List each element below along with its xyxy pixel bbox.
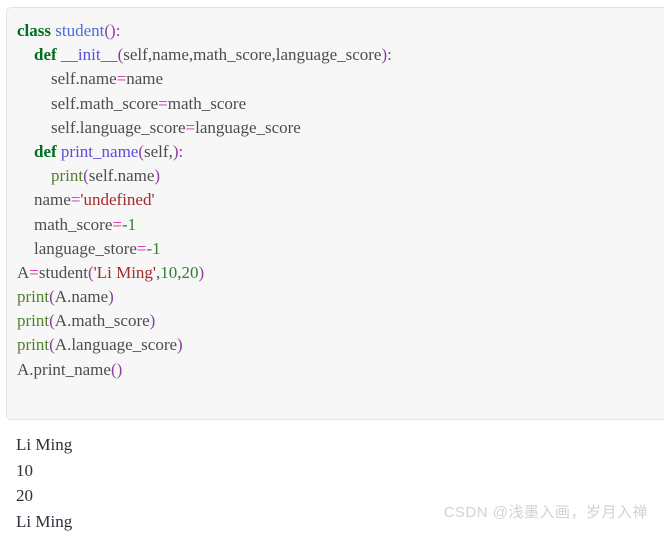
- code-line: name='undefined': [17, 188, 664, 212]
- code-token: __init__: [60, 45, 118, 65]
- code-line: def print_name(self,):: [17, 140, 664, 164]
- code-line: print(A.name): [17, 285, 664, 309]
- code-token: 'Li Ming': [93, 262, 156, 282]
- code-token: def: [34, 141, 57, 161]
- code-token: student: [38, 262, 88, 282]
- code-line: def __init__(self,name,math_score,langua…: [17, 43, 664, 67]
- code-token: ): [177, 335, 183, 355]
- code-token: name: [152, 45, 189, 65]
- csdn-watermark: CSDN @浅墨入画，岁月入禅: [443, 504, 648, 521]
- code-line: self.name=name: [17, 67, 664, 91]
- code-token: name: [117, 166, 155, 186]
- code-token: print: [17, 335, 50, 355]
- code-token: name: [79, 69, 117, 89]
- code-token: -1: [121, 214, 137, 234]
- code-token: =: [158, 93, 168, 113]
- code-line: self.math_score=math_score: [17, 92, 664, 116]
- code-line: language_store=-1: [17, 237, 664, 261]
- code-token: ): [149, 311, 156, 331]
- code-token: math_score: [71, 311, 150, 331]
- code-token: 10: [160, 262, 178, 282]
- code-token: self: [51, 117, 76, 137]
- code-token: self: [144, 141, 169, 161]
- code-token: print_name: [60, 141, 139, 161]
- code-token: =: [136, 238, 147, 258]
- code-token: A: [54, 311, 68, 331]
- code-lines: class student(): def __init__(self,name,…: [17, 19, 664, 382]
- code-token: self: [88, 166, 114, 186]
- code-token: language_score: [71, 335, 178, 355]
- code-token: ): [154, 166, 161, 186]
- code-token: 'undefined': [80, 190, 155, 210]
- code-token: print: [17, 287, 50, 307]
- code-token: =: [70, 190, 81, 210]
- code-block: class student(): def __init__(self,name,…: [6, 7, 664, 420]
- code-token: A: [17, 262, 30, 282]
- code-line: A=student('Li Ming',10,20): [17, 261, 664, 285]
- code-token: math_score: [79, 93, 159, 113]
- code-token: (): [110, 359, 123, 379]
- code-token: ): [108, 287, 114, 307]
- code-token: A: [54, 335, 68, 355]
- code-token: print: [17, 311, 50, 331]
- code-token: :: [115, 21, 121, 40]
- code-line: self.language_score=language_score: [17, 116, 664, 140]
- code-token: language_score: [195, 117, 301, 137]
- code-token: class: [17, 21, 51, 40]
- code-token: -1: [146, 238, 161, 258]
- output-line: Li Ming: [16, 435, 73, 454]
- code-token: name: [126, 69, 164, 89]
- code-token: math_score: [193, 45, 272, 65]
- code-token: language_score: [275, 45, 382, 65]
- code-token: math_score: [167, 93, 247, 113]
- code-token: def: [34, 45, 57, 65]
- code-line: print(A.language_score): [17, 333, 664, 357]
- code-token: self: [123, 45, 148, 65]
- code-line: math_score=-1: [17, 213, 664, 237]
- code-token: self: [51, 93, 76, 113]
- code-token: print: [51, 166, 84, 186]
- code-token: :: [387, 45, 392, 65]
- code-line: A.print_name(): [17, 358, 664, 382]
- code-token: =: [185, 117, 196, 137]
- code-token: A: [17, 359, 30, 379]
- code-token: self: [51, 69, 76, 89]
- output-line: 10: [16, 460, 33, 480]
- code-line: print(self.name): [17, 164, 664, 188]
- code-token: math_score: [34, 214, 113, 234]
- code-token: name: [71, 287, 109, 307]
- code-token: =: [112, 214, 122, 234]
- code-token: print_name: [33, 359, 111, 379]
- code-token: :: [178, 141, 184, 161]
- code-token: name: [34, 190, 71, 210]
- code-token: ): [198, 262, 205, 282]
- code-token: language_score: [79, 117, 186, 137]
- code-line: print(A.math_score): [17, 309, 664, 333]
- code-token: student: [55, 21, 105, 40]
- code-token: =: [29, 262, 39, 282]
- code-token: A: [54, 287, 68, 307]
- code-token: 20: [181, 262, 199, 282]
- code-token: language_store: [34, 238, 137, 258]
- code-token: (): [104, 21, 116, 40]
- code-line: class student():: [17, 19, 664, 43]
- code-token: =: [116, 69, 127, 89]
